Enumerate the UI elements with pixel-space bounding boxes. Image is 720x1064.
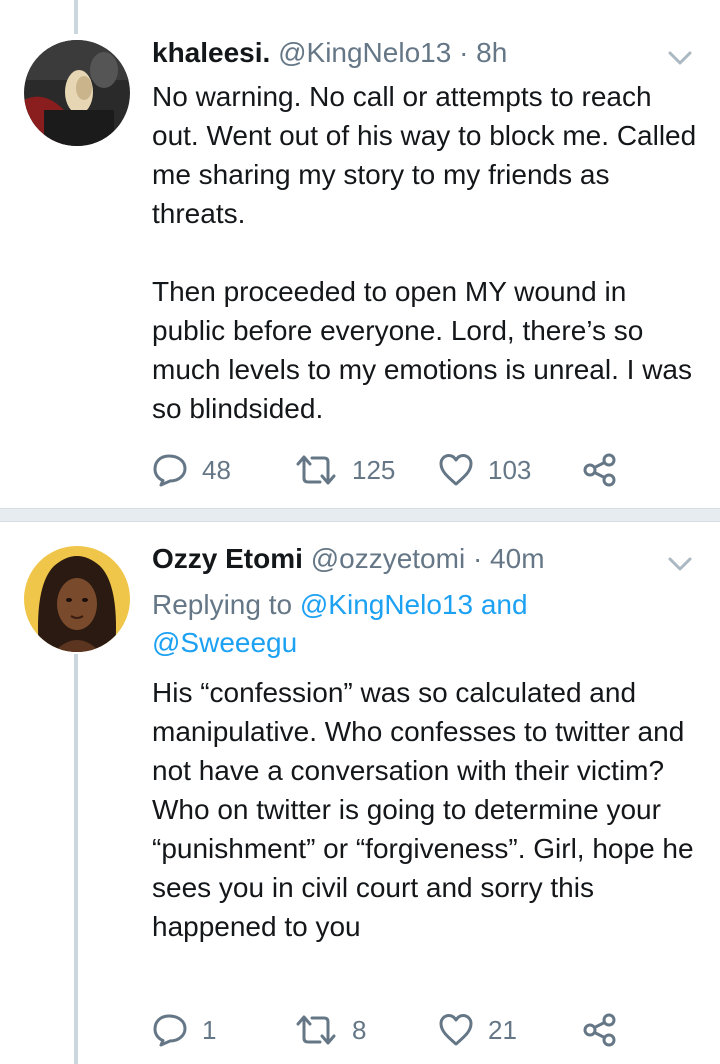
reply-button[interactable]: 48 xyxy=(152,450,231,490)
display-name[interactable]: Ozzy Etomi xyxy=(152,543,303,574)
like-count: 21 xyxy=(488,1014,517,1045)
retweet-icon xyxy=(296,1015,336,1045)
reply-icon xyxy=(153,1014,187,1047)
heart-icon xyxy=(439,1014,473,1046)
reply-count: 1 xyxy=(202,1014,217,1045)
tweet-actions: 1 8 21 xyxy=(152,1010,622,1050)
tweet-text: His “confession” was so calculated and m… xyxy=(152,673,702,946)
reply-count: 48 xyxy=(202,454,231,485)
tweet-actions: 48 125 103 xyxy=(152,450,622,490)
share-button[interactable] xyxy=(582,450,618,490)
share-button[interactable] xyxy=(582,1010,618,1050)
tweet-paragraph: His “confession” was so calculated and m… xyxy=(152,677,694,942)
tweet-separator xyxy=(0,508,720,522)
replying-to: Replying to @KingNelo13 and @Sweeegu xyxy=(152,588,528,660)
mention-link[interactable]: @Sweeegu xyxy=(152,627,297,658)
share-icon xyxy=(583,1013,616,1047)
retweet-button[interactable]: 8 xyxy=(294,1010,366,1050)
heart-icon xyxy=(439,454,473,486)
display-name[interactable]: khaleesi. xyxy=(152,37,270,68)
tweet[interactable]: khaleesi. @KingNelo13 · 8h No warning. N… xyxy=(0,0,720,508)
tweet-header: Ozzy Etomi @ozzyetomi · 40m xyxy=(152,542,660,576)
share-icon xyxy=(583,453,616,487)
avatar[interactable] xyxy=(24,40,130,146)
mention-link[interactable]: @KingNelo13 xyxy=(300,589,473,620)
timestamp[interactable]: · 40m xyxy=(473,543,545,574)
user-handle[interactable]: @KingNelo13 xyxy=(278,37,451,68)
avatar[interactable] xyxy=(24,546,130,652)
retweet-button[interactable]: 125 xyxy=(294,450,395,490)
chevron-down-icon[interactable] xyxy=(666,48,694,68)
thread-line xyxy=(74,654,78,1064)
replying-and-label[interactable]: and xyxy=(473,589,528,620)
like-button[interactable]: 21 xyxy=(438,1010,517,1050)
reply-button[interactable]: 1 xyxy=(152,1010,216,1050)
tweet[interactable]: Ozzy Etomi @ozzyetomi · 40m Replying to … xyxy=(0,522,720,1064)
tweet-paragraph: No warning. No call or attempts to reach… xyxy=(152,81,697,229)
chevron-down-icon[interactable] xyxy=(666,554,694,574)
timestamp[interactable]: · 8h xyxy=(459,37,507,68)
replying-to-label: Replying to xyxy=(152,589,300,620)
tweet-text: No warning. No call or attempts to reach… xyxy=(152,77,702,428)
retweet-icon xyxy=(296,455,336,485)
reply-icon xyxy=(153,454,187,487)
like-count: 103 xyxy=(488,454,532,485)
tweet-header: khaleesi. @KingNelo13 · 8h xyxy=(152,36,660,70)
like-button[interactable]: 103 xyxy=(438,450,531,490)
tweet-paragraph: Then proceeded to open MY wound in publi… xyxy=(152,276,692,424)
retweet-count: 8 xyxy=(352,1014,367,1045)
retweet-count: 125 xyxy=(352,454,396,485)
user-handle[interactable]: @ozzyetomi xyxy=(311,543,465,574)
